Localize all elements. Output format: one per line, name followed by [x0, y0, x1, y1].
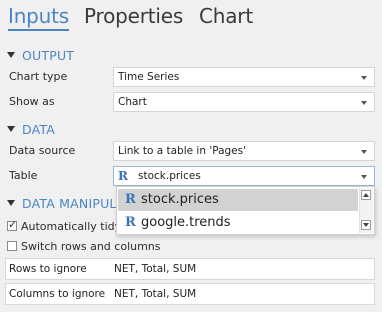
chevron-down-icon [361, 101, 367, 105]
data-source-select[interactable]: Link to a table in 'Pages' [113, 141, 375, 161]
show-as-label: Show as [9, 95, 55, 108]
auto-tidy-checkbox-row[interactable]: Automatically tidy [7, 218, 121, 234]
columns-to-ignore-field[interactable]: Columns to ignore NET, Total, SUM [5, 283, 375, 305]
arrow-down-icon [363, 223, 369, 227]
switch-rows-checkbox[interactable] [7, 241, 17, 251]
dropdown-option-google-trends[interactable]: R google.trends [118, 212, 358, 234]
scroll-up-button[interactable] [361, 190, 371, 200]
table-select[interactable]: R stock.prices [113, 166, 375, 186]
chevron-down-icon [361, 150, 367, 154]
chevron-down-icon [361, 76, 367, 80]
data-source-label: Data source [9, 144, 76, 157]
chevron-down-icon [361, 175, 367, 179]
section-output-title: OUTPUT [22, 47, 75, 63]
tab-inputs[interactable]: Inputs [8, 4, 69, 31]
tab-bar: Inputs Properties Chart [0, 0, 382, 42]
dropdown-option-label: stock.prices [141, 192, 219, 207]
arrow-up-icon [363, 193, 369, 197]
section-data-title: DATA [22, 121, 56, 137]
dropdown-option-stock-prices[interactable]: R stock.prices [118, 189, 358, 211]
scroll-down-button[interactable] [361, 220, 371, 230]
chart-type-label: Chart type [9, 70, 68, 83]
switch-rows-checkbox-row[interactable]: Switch rows and columns [7, 238, 161, 254]
r-language-icon: R [125, 192, 136, 207]
chart-type-value: Time Series [118, 71, 180, 83]
show-as-select[interactable]: Chart [113, 92, 375, 112]
tab-properties[interactable]: Properties [84, 4, 183, 28]
switch-rows-label: Switch rows and columns [21, 239, 161, 253]
table-label: Table [9, 169, 38, 182]
table-value: stock.prices [138, 170, 201, 182]
tab-chart[interactable]: Chart [199, 4, 253, 28]
rows-to-ignore-value: NET, Total, SUM [114, 263, 197, 275]
section-data-manipulation-title: DATA MANIPUL [22, 195, 117, 211]
rows-to-ignore-label: Rows to ignore [9, 263, 87, 275]
columns-to-ignore-value: NET, Total, SUM [114, 288, 197, 300]
dropdown-option-label: google.trends [141, 215, 231, 230]
auto-tidy-label: Automatically tidy [21, 219, 122, 233]
data-source-value: Link to a table in 'Pages' [118, 145, 246, 157]
show-as-value: Chart [118, 96, 147, 108]
dropdown-scrollbar[interactable] [359, 188, 373, 233]
collapse-triangle-icon [7, 52, 15, 58]
section-data-header[interactable]: DATA [7, 121, 55, 137]
chart-type-select[interactable]: Time Series [113, 67, 375, 87]
collapse-triangle-icon [7, 200, 15, 206]
auto-tidy-checkbox[interactable] [7, 218, 17, 231]
section-output-header[interactable]: OUTPUT [7, 47, 74, 63]
section-data-manipulation-header[interactable]: DATA MANIPUL [7, 195, 117, 211]
columns-to-ignore-label: Columns to ignore [9, 288, 106, 300]
table-dropdown-list: R stock.prices R google.trends [116, 186, 375, 235]
r-language-icon: R [118, 169, 128, 183]
collapse-triangle-icon [7, 126, 15, 132]
rows-to-ignore-field[interactable]: Rows to ignore NET, Total, SUM [5, 258, 375, 280]
r-language-icon: R [125, 215, 136, 230]
